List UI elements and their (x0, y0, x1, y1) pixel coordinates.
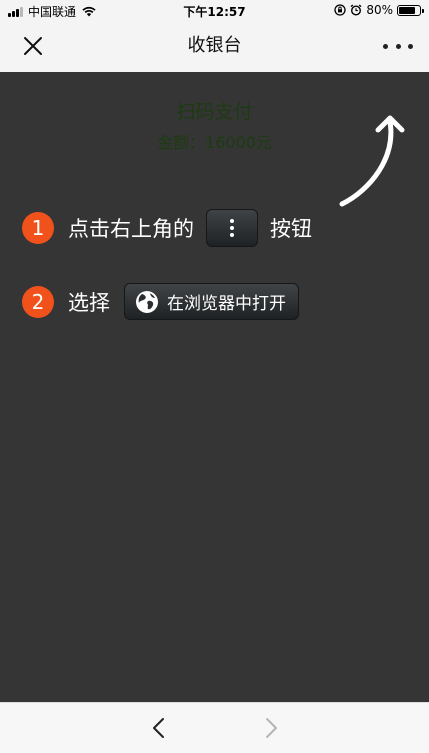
open-in-browser-button: 在浏览器中打开 (124, 283, 299, 320)
chevron-right-icon[interactable] (261, 717, 281, 739)
vertical-dot (230, 219, 234, 223)
nav-bar: 收银台 (0, 20, 429, 72)
more-dot (395, 43, 401, 49)
step-1-text: 点击右上角的 (68, 217, 194, 241)
chevron-left-icon[interactable] (149, 717, 169, 739)
step-2: 2 选择 在浏览器中打开 (22, 283, 299, 320)
status-bar: 中国联通 下午12:57 80% (0, 0, 429, 20)
more-dot (383, 43, 388, 49)
more-dot (408, 43, 413, 49)
page-title: 收银台 (187, 35, 242, 56)
step-2-text: 选择 (68, 290, 110, 315)
more-dots-icon[interactable] (383, 36, 413, 56)
open-in-browser-label: 在浏览器中打开 (167, 294, 286, 314)
status-right: 80% (334, 3, 424, 17)
step-1-text-after: 按钮 (270, 217, 312, 241)
step-1-badge: 1 (22, 212, 54, 244)
alarm-icon (350, 4, 362, 16)
globe-icon (136, 290, 158, 313)
guide-overlay: 扫码支付 金额：16000元 1 点击右上角的 按钮 2 选择 在浏览器中打开 (0, 72, 429, 702)
vertical-dot (230, 226, 234, 230)
bottom-toolbar (0, 702, 429, 753)
vertical-dot (230, 233, 234, 237)
step-2-badge: 2 (22, 285, 54, 318)
battery-fill (399, 6, 415, 14)
step-1: 1 点击右上角的 按钮 (22, 209, 312, 247)
lock-rotation-icon (334, 4, 346, 16)
battery-icon (397, 4, 424, 16)
pointer-arrow-icon (339, 115, 405, 207)
more-button-icon (206, 209, 258, 247)
battery-percent: 80% (366, 3, 393, 17)
